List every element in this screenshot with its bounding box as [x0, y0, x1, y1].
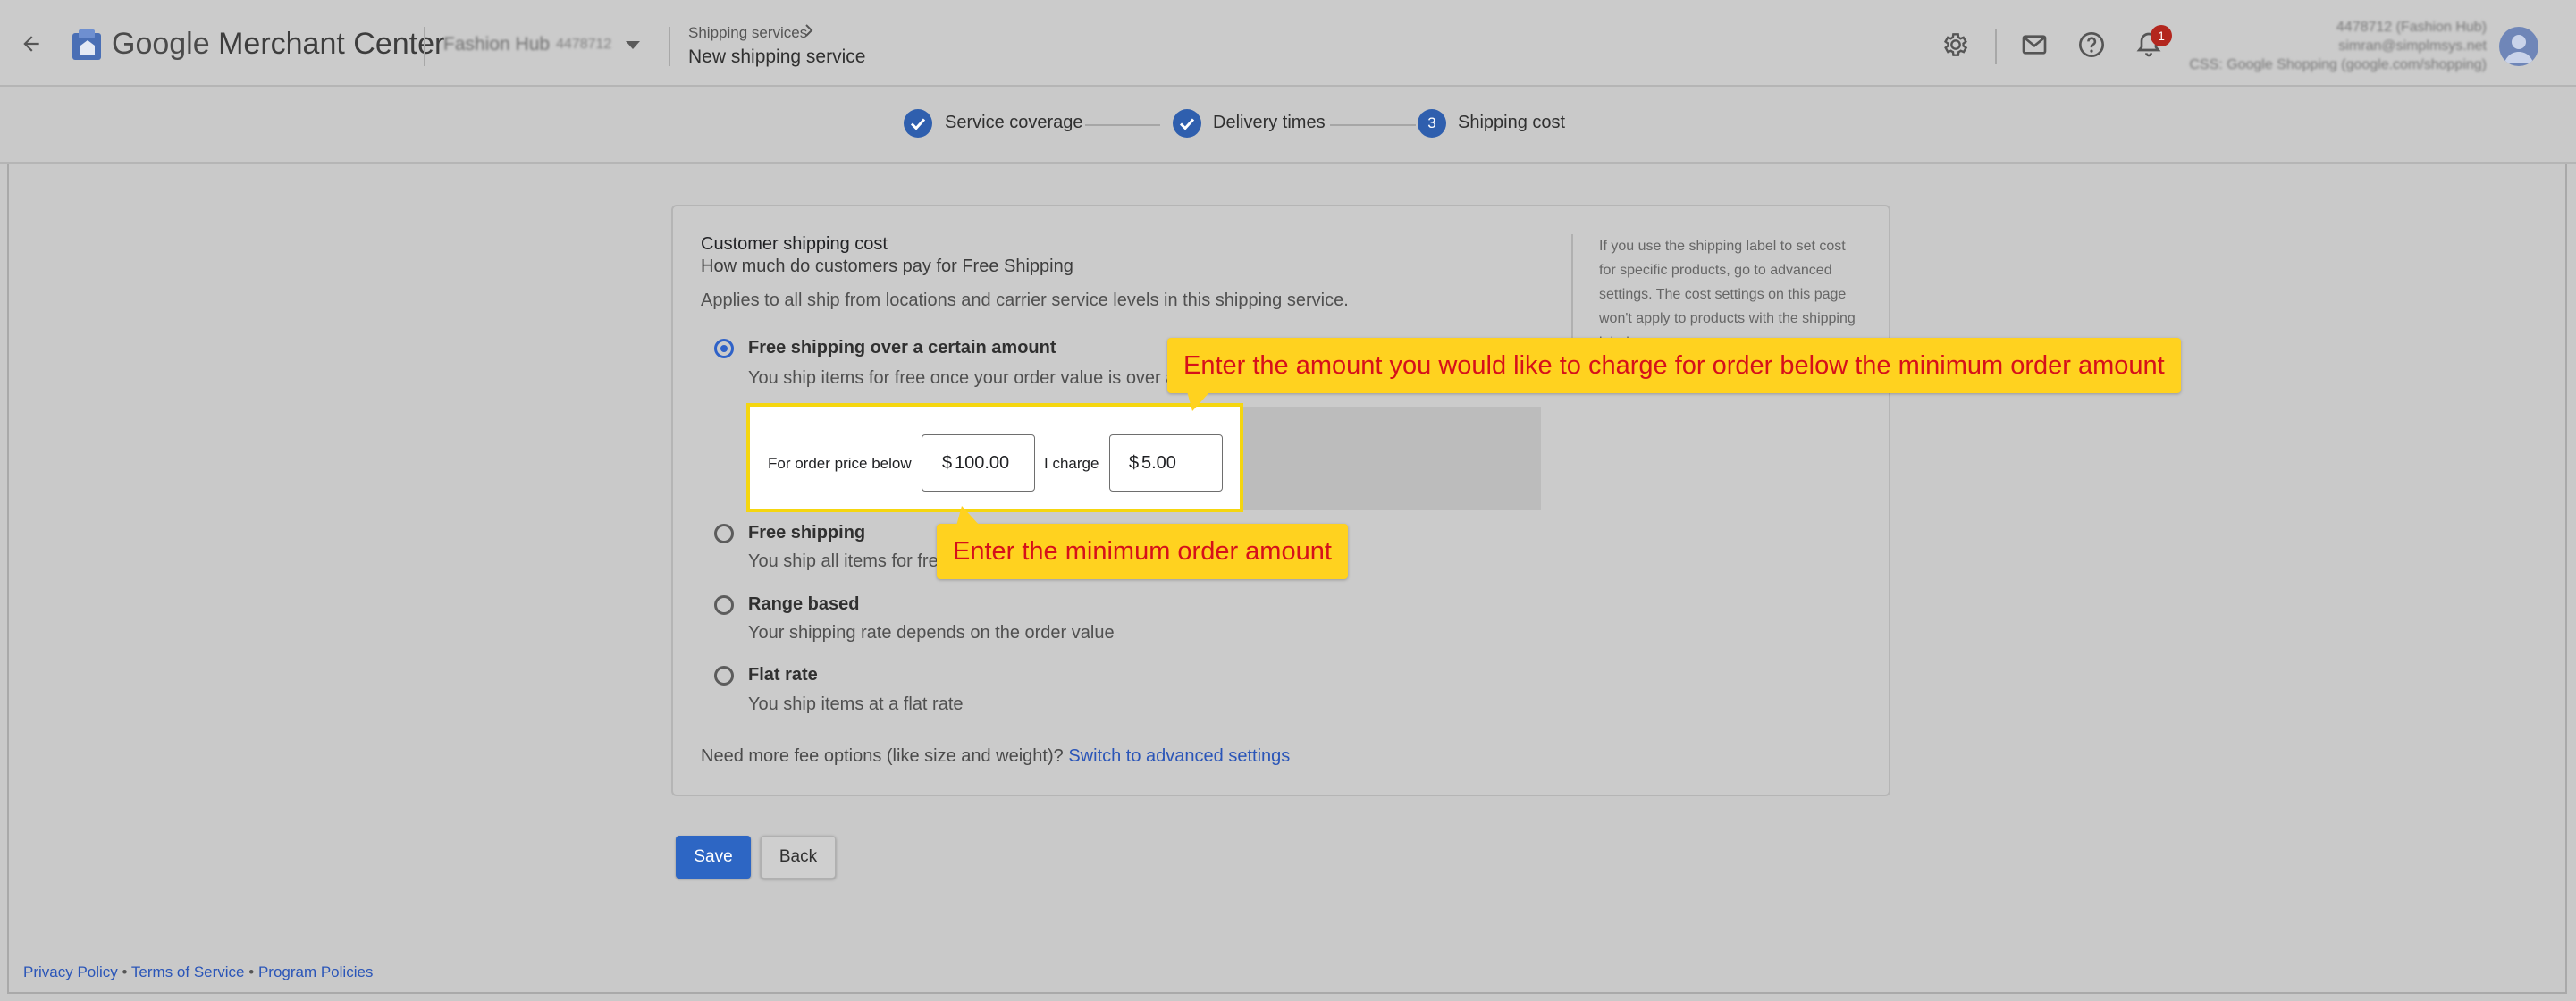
- footer-separator: •: [122, 963, 128, 980]
- radio-free-over-amount[interactable]: [714, 339, 734, 358]
- option-title: Flat rate: [748, 665, 818, 685]
- order-below-label: For order price below: [768, 455, 912, 472]
- user-avatar[interactable]: [2499, 27, 2538, 66]
- more-fee-options: Need more fee options (like size and wei…: [701, 746, 1290, 767]
- option-title: Free shipping: [748, 523, 866, 543]
- mail-icon[interactable]: [2020, 30, 2049, 59]
- step-shipping-cost[interactable]: Shipping cost: [1458, 113, 1565, 133]
- step-connector: [1330, 124, 1416, 126]
- step-done-check-icon: [904, 109, 932, 138]
- chevron-right-icon: [805, 24, 813, 37]
- charge-value: 5.00: [1141, 453, 1176, 473]
- option-description: Your shipping rate depends on the order …: [748, 623, 1115, 643]
- progress-stepper: Service coverage Delivery times 3 Shippi…: [0, 87, 2576, 164]
- radio-free-shipping[interactable]: [714, 524, 734, 543]
- option-title: Range based: [748, 594, 860, 614]
- program-policies-link[interactable]: Program Policies: [258, 963, 374, 980]
- card-title: Customer shipping cost: [701, 234, 888, 254]
- charge-label: I charge: [1044, 455, 1099, 472]
- step-delivery-times[interactable]: Delivery times: [1213, 113, 1326, 133]
- back-arrow-icon[interactable]: [20, 32, 43, 55]
- min-order-value: 100.00: [955, 453, 1010, 473]
- merchant-center-logo-icon: [72, 29, 101, 60]
- notification-count-badge: 1: [2151, 25, 2172, 46]
- currency-symbol: $: [1129, 453, 1140, 473]
- advanced-settings-link[interactable]: Switch to advanced settings: [1068, 746, 1290, 766]
- account-dropdown-icon[interactable]: [626, 41, 640, 49]
- settings-gear-icon[interactable]: [1941, 30, 1970, 59]
- breadcrumb-shipping-services[interactable]: Shipping services: [688, 24, 807, 42]
- footer-links: Privacy Policy • Terms of Service • Prog…: [23, 963, 373, 981]
- more-fee-text: Need more fee options (like size and wei…: [701, 746, 1064, 766]
- radio-range-based[interactable]: [714, 595, 734, 615]
- privacy-policy-link[interactable]: Privacy Policy: [23, 963, 118, 980]
- charge-amount-input[interactable]: $ 5.00: [1109, 434, 1223, 492]
- app-logo-text: Google Merchant Center: [112, 27, 445, 61]
- side-help-note: If you use the shipping label to set cos…: [1599, 239, 1856, 350]
- option-description: You ship all items for free: [748, 551, 948, 571]
- step-number-badge: 3: [1418, 109, 1446, 138]
- help-icon[interactable]: [2077, 30, 2106, 59]
- callout-tail-icon: [956, 506, 980, 526]
- user-account-info: 4478712 (Fashion Hub) simran@simplmsys.n…: [2189, 18, 2487, 74]
- save-button[interactable]: Save: [676, 836, 751, 879]
- header-divider: [669, 27, 670, 66]
- user-email-line: simran@simplmsys.net: [2338, 38, 2487, 54]
- footer-separator: •: [248, 963, 255, 980]
- account-id: 4478712: [556, 37, 612, 52]
- back-button[interactable]: Back: [761, 836, 836, 879]
- option-description: You ship items at a flat rate: [748, 694, 964, 714]
- option-title: Free shipping over a certain amount: [748, 338, 1056, 358]
- step-done-check-icon: [1173, 109, 1201, 138]
- account-name[interactable]: Fashion Hub: [443, 34, 550, 55]
- card-description: Applies to all ship from locations and c…: [701, 290, 1349, 310]
- radio-flat-rate[interactable]: [714, 666, 734, 686]
- header-divider: [424, 27, 425, 66]
- top-app-bar: Google Merchant Center Fashion Hub 44787…: [0, 0, 2576, 87]
- callout-minimum-order: Enter the minimum order amount: [937, 524, 1348, 579]
- step-service-coverage[interactable]: Service coverage: [945, 113, 1083, 133]
- card-subtitle: How much do customers pay for Free Shipp…: [701, 257, 1073, 276]
- terms-of-service-link[interactable]: Terms of Service: [131, 963, 245, 980]
- user-account-line: 4478712 (Fashion Hub): [2336, 20, 2487, 35]
- min-order-amount-input[interactable]: $ 100.00: [922, 434, 1035, 492]
- header-divider: [1995, 29, 1997, 64]
- option-description: You ship items for free once your order …: [748, 368, 1176, 388]
- person-icon: [2504, 35, 2533, 63]
- step-connector: [1085, 124, 1160, 126]
- callout-tail-icon: [1187, 391, 1210, 411]
- callout-charge-amount: Enter the amount you would like to charg…: [1167, 338, 2181, 393]
- page-title: New shipping service: [688, 46, 866, 67]
- currency-symbol: $: [942, 453, 953, 473]
- card-divider: [1571, 234, 1573, 350]
- user-css-line: CSS: Google Shopping (google.com/shoppin…: [2189, 57, 2487, 72]
